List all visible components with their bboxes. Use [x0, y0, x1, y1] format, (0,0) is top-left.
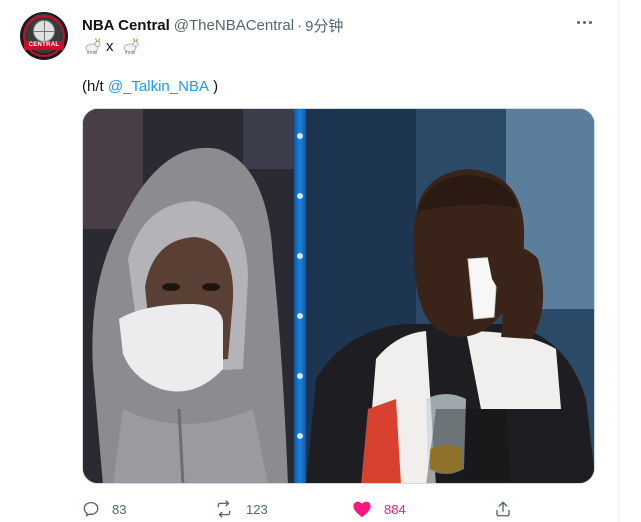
hat-tip-prefix: (h/t [82, 77, 108, 95]
photo-left-hooded-person[interactable] [83, 109, 294, 483]
tweet-text-line1: x [82, 36, 140, 56]
share-button[interactable] [494, 499, 512, 519]
tweet-header: NBA Central @TheNBACentral · 9分钟 [82, 15, 343, 35]
retweet-button[interactable]: 123 [214, 499, 268, 519]
like-count: 884 [384, 501, 406, 517]
more-icon [576, 20, 592, 24]
tweet-media[interactable] [82, 108, 595, 484]
tweet-timestamp[interactable]: 9分钟 [305, 15, 343, 36]
reply-icon [82, 500, 100, 518]
author-name[interactable]: NBA Central [82, 17, 170, 34]
more-options-button[interactable] [574, 12, 594, 32]
like-button[interactable]: 884 [352, 499, 406, 519]
broadcast-divider-strip [294, 109, 306, 483]
basketball-logo-icon [33, 20, 55, 42]
author-avatar[interactable]: CENTRAL [20, 12, 68, 60]
tweet-text-line2: (h/t @_Talkin_NBA ) [82, 76, 218, 96]
heart-icon [352, 500, 372, 518]
retweet-count: 123 [246, 501, 268, 517]
header-separator: · [297, 16, 303, 34]
goat-emoji-icon [120, 37, 140, 55]
photo-right-man-drinking[interactable] [306, 109, 594, 483]
author-handle[interactable]: @TheNBACentral [174, 17, 294, 34]
hooded-person-illustration [83, 109, 294, 483]
reply-count: 83 [112, 501, 127, 517]
avatar-logo-text: CENTRAL [24, 41, 64, 50]
tweet-text-x: x [106, 37, 114, 55]
hat-tip-suffix: ) [208, 77, 219, 95]
reply-button[interactable]: 83 [82, 499, 126, 519]
retweet-icon [214, 500, 234, 518]
goat-emoji-icon [82, 37, 102, 55]
mention-link[interactable]: @_Talkin_NBA [108, 78, 209, 95]
man-drinking-illustration [306, 109, 594, 483]
share-icon [494, 500, 512, 518]
tweet-card: CENTRAL NBA Central @TheNBACentral · 9分钟… [0, 0, 619, 522]
